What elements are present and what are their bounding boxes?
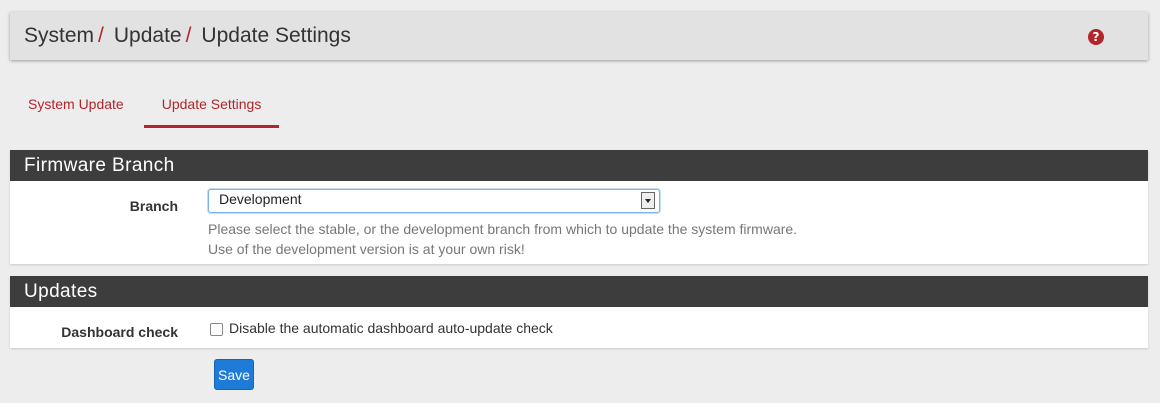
panel-heading-updates: Updates (10, 276, 1148, 307)
tab-update-settings[interactable]: Update Settings (143, 80, 280, 128)
firmware-branch-panel: Firmware Branch Branch Development Pleas… (10, 150, 1148, 264)
dashboard-check-label: Dashboard check (61, 324, 178, 340)
branch-select-value: Development (219, 191, 302, 207)
tab-bar: System Update Update Settings (10, 80, 280, 128)
breadcrumb-separator: / (98, 24, 104, 47)
breadcrumb-system[interactable]: System (24, 24, 94, 48)
branch-help-line-1: Please select the stable, or the develop… (208, 221, 798, 237)
updates-panel: Updates Dashboard check Disable the auto… (10, 276, 1148, 348)
question-circle-icon[interactable]: ? (1088, 29, 1104, 45)
dashboard-check-checkbox-label[interactable]: Disable the automatic dashboard auto-upd… (229, 320, 553, 336)
breadcrumb-update[interactable]: Update (114, 24, 182, 48)
branch-row: Branch Development Please select the sta… (10, 181, 1148, 264)
panel-heading-firmware-branch: Firmware Branch (10, 150, 1148, 181)
breadcrumb-separator: / (185, 24, 192, 47)
dashboard-check-checkbox[interactable] (210, 323, 223, 336)
tab-system-update[interactable]: System Update (10, 80, 142, 128)
dashboard-check-row: Dashboard check Disable the automatic da… (10, 307, 1148, 348)
page-header: System / Update / Update Settings ? (10, 12, 1148, 60)
save-button[interactable]: Save (214, 359, 254, 390)
branch-help-text: Please select the stable, or the develop… (208, 219, 797, 259)
branch-select[interactable]: Development (208, 189, 660, 213)
chevron-down-icon[interactable] (641, 192, 655, 209)
breadcrumb: System / Update / Update Settings (24, 24, 351, 48)
branch-help-line-2: Use of the development version is at you… (208, 241, 525, 257)
breadcrumb-update-settings: Update Settings (201, 24, 351, 47)
branch-label: Branch (129, 198, 178, 214)
